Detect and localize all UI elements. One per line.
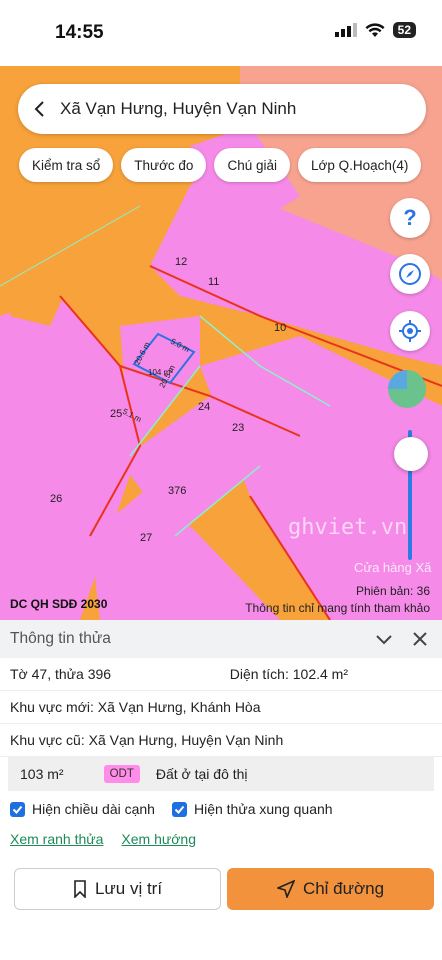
save-label: Lưu vị trí: [94, 879, 163, 898]
poi-label: Cửa hàng Xă: [354, 560, 432, 575]
map-chips: Kiểm tra sổ Thước đo Chú giải Lớp Q.Hoạc…: [19, 148, 422, 182]
location-title: Xã Vạn Hưng, Huyện Vạn Ninh: [60, 99, 297, 118]
version-label: Phiên bản: 36: [355, 584, 430, 598]
view-direction-link[interactable]: Xem hướng: [121, 831, 196, 847]
directions-label: Chỉ đường: [302, 879, 385, 898]
checkmark-icon: [10, 801, 25, 817]
save-location-button[interactable]: Lưu vị trí: [14, 868, 221, 910]
crosshair-icon: [399, 320, 421, 342]
parcel-label: 24: [198, 401, 211, 413]
help-button[interactable]: ?: [390, 198, 430, 238]
old-area-row: Khu vực cũ: Xã Vạn Hưng, Huyện Vạn Ninh: [0, 724, 442, 757]
panel-header: Thông tin thửa: [0, 620, 442, 658]
parcel-label: 11: [208, 276, 220, 288]
parcel-row: Tờ 47, thửa 396 Diện tích: 102.4 m²: [0, 658, 442, 691]
parcel-label: 12: [175, 256, 188, 268]
show-surrounding-parcels-checkbox[interactable]: Hiện thửa xung quanh: [171, 801, 333, 817]
parcel-label: 23: [232, 422, 245, 434]
watermark: ghviet.vn: [288, 515, 408, 540]
chip-check-book[interactable]: Kiểm tra sổ: [19, 148, 114, 182]
back-icon[interactable]: [18, 84, 60, 134]
options-row: Hiện chiều dài cạnh Hiện thửa xung quanh: [0, 791, 442, 827]
parcel-number: Tờ 47, thửa 396: [10, 666, 112, 682]
zone-name: Đất ở tại đô thị: [155, 766, 248, 782]
parcel-info-panel: Thông tin thửa Tờ 47, thửa 396 Diện tích…: [0, 620, 442, 960]
status-icons: 52: [334, 22, 416, 38]
compass-button[interactable]: [390, 254, 430, 294]
disclaimer: Thông tin chỉ mang tính tham khảo: [245, 601, 430, 615]
status-time: 14:55: [55, 22, 104, 43]
show-edge-length-checkbox[interactable]: Hiện chiều dài cạnh: [10, 801, 155, 817]
chip-legend[interactable]: Chú giải: [214, 148, 290, 182]
battery-indicator: 52: [392, 22, 416, 38]
zoning-row: 103 m² ODT Đất ở tại đô thị: [8, 757, 434, 791]
new-area: Khu vực mới: Xã Vạn Hưng, Khánh Hòa: [10, 699, 261, 715]
compass-icon: [399, 263, 421, 285]
parcel-label: 10: [274, 322, 287, 334]
parcel-label: 27: [140, 532, 153, 544]
checkbox-label: Hiện thửa xung quanh: [193, 801, 333, 817]
send-icon: [276, 880, 295, 898]
search-bar[interactable]: Xã Vạn Hưng, Huyện Vạn Ninh: [18, 84, 426, 134]
new-area-row: Khu vực mới: Xã Vạn Hưng, Khánh Hòa: [0, 691, 442, 724]
close-icon[interactable]: [410, 629, 430, 649]
view-boundary-link[interactable]: Xem ranh thửa: [10, 831, 103, 847]
wifi-icon: [365, 22, 385, 37]
opacity-slider-knob[interactable]: [394, 437, 428, 471]
parcel-label: 26: [50, 493, 63, 505]
old-area: Khu vực cũ: Xã Vạn Hưng, Huyện Vạn Ninh: [10, 732, 284, 748]
map-layer-title: DC QH SDĐ 2030: [10, 597, 108, 611]
parcel-area: Diện tích: 102.4 m²: [229, 666, 348, 682]
chip-ruler[interactable]: Thước đo: [121, 148, 207, 182]
chip-planning-layer[interactable]: Lớp Q.Hoạch(4): [297, 148, 422, 182]
bookmark-icon: [74, 880, 86, 898]
checkmark-icon: [171, 801, 187, 817]
status-bar: 14:55 52: [0, 0, 442, 66]
parcel-label: 376: [168, 485, 187, 497]
chevron-down-icon[interactable]: [374, 629, 394, 649]
question-icon: ?: [403, 205, 417, 230]
locate-button[interactable]: [390, 311, 430, 351]
action-buttons: Lưu vị trí Chỉ đường: [14, 868, 434, 910]
directions-button[interactable]: Chỉ đường: [227, 868, 434, 910]
zone-area: 103 m²: [20, 766, 64, 782]
links-row: Xem ranh thửa Xem hướng: [0, 827, 442, 851]
signal-icon: [334, 23, 357, 37]
panel-title: Thông tin thửa: [10, 630, 111, 647]
zone-code-badge: ODT: [103, 765, 140, 783]
checkbox-label: Hiện chiều dài cạnh: [32, 801, 155, 817]
